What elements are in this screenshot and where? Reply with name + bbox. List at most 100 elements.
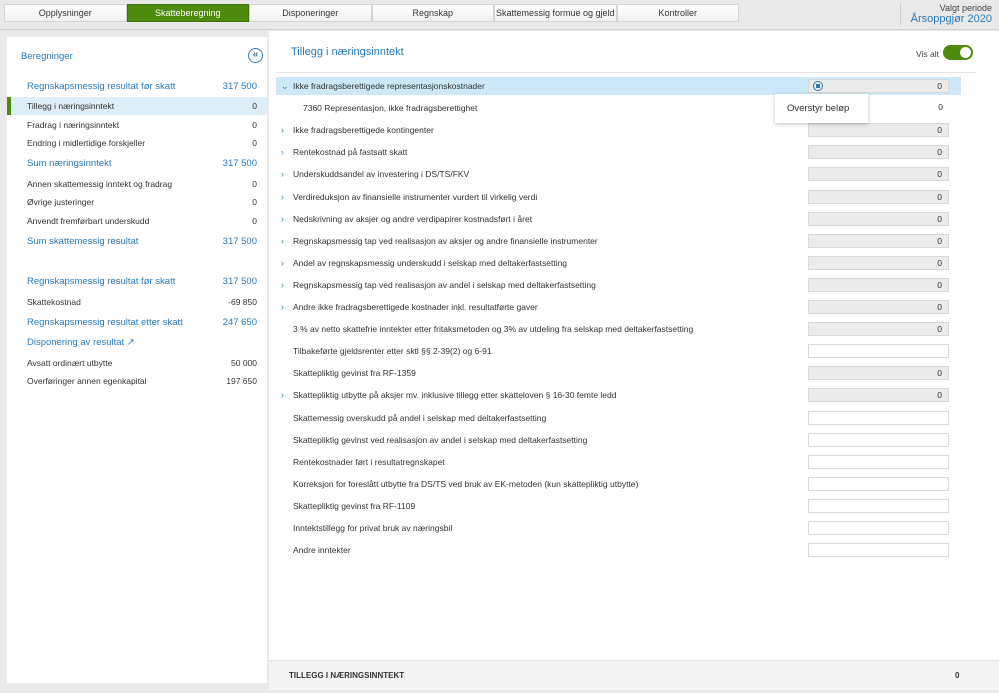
period-selector[interactable]: Valgt periode Årsoppgjør 2020 — [899, 3, 992, 25]
line-item-row[interactable]: Andre inntekter — [276, 541, 961, 559]
line-item-label: Skattepliktig utbytte på aksjer mv. inkl… — [293, 390, 617, 401]
chevron-right-icon[interactable]: › — [281, 143, 284, 161]
footer-value: 0 — [955, 671, 960, 680]
tab-5[interactable]: Kontroller — [616, 4, 739, 22]
line-item-row[interactable]: › Andel av regnskapsmessig underskudd i s… — [276, 254, 961, 272]
line-item-row[interactable]: › Verdireduksjon av finansielle instrumen… — [276, 188, 961, 206]
line-item-row[interactable]: Skattepliktig gevinst fra RF-1109 — [276, 497, 961, 515]
calc-row[interactable]: Endring i midlertidige forskjeller 0 — [7, 134, 267, 152]
amount-input[interactable] — [808, 410, 949, 425]
override-icon[interactable] — [813, 81, 823, 91]
chevron-right-icon[interactable]: › — [281, 298, 284, 316]
double-chevron-left-icon[interactable]: « — [248, 48, 263, 63]
line-item-row[interactable]: 3 % av netto skattefrie inntekter etter … — [276, 320, 961, 338]
line-item-label: Andre inntekter — [293, 545, 351, 556]
calc-row[interactable]: Anvendt fremførbart underskudd 0 — [7, 212, 267, 230]
chevron-right-icon[interactable]: › — [281, 121, 284, 139]
line-item-label: Ikke fradragsberettigede kontingenter — [293, 125, 434, 136]
calc-row[interactable]: Sum skattemessig resultat 317 500 — [7, 233, 267, 251]
chevron-right-icon[interactable]: › — [281, 188, 284, 206]
line-item-row[interactable]: Rentekostnader ført i resultatregnskapet — [276, 453, 961, 471]
line-item-row[interactable]: › Regnskapsmessig tap ved realisasjon av … — [276, 276, 961, 294]
line-item-row[interactable]: › Ikke fradragsberettigede kontingenter 0 — [276, 121, 961, 139]
vis-alt-toggle[interactable] — [943, 45, 973, 60]
vis-alt-label: Vis alt — [916, 49, 939, 59]
amount-value: 0 — [808, 167, 949, 182]
line-item-label: Skattepliktig gevinst fra RF-1109 — [293, 500, 416, 511]
tab-3[interactable]: Regnskap — [371, 4, 494, 22]
line-item-label: Andre ikke fradragsberettigede kostnader… — [293, 302, 538, 312]
calc-row-label: Øvrige justeringer — [27, 197, 95, 207]
amount-input[interactable] — [808, 498, 949, 513]
line-item-label: 7360 Representasjon, ikke fradragsberett… — [303, 103, 478, 114]
amount-input[interactable] — [808, 521, 949, 535]
calc-row-value: 0 — [252, 197, 257, 207]
line-item-row[interactable]: Skattepliktig gevinst fra RF-1359 0 — [276, 364, 961, 382]
line-item-row[interactable]: Tilbakeførte gjeldsrenter etter sktl §§ … — [276, 342, 961, 360]
calc-row[interactable]: Regnskapsmessig resultat før skatt 317 50… — [7, 273, 267, 291]
calc-row[interactable]: Skattekostnad -69 850 — [7, 293, 267, 311]
tab-0[interactable]: Opplysninger — [4, 4, 127, 22]
calc-row[interactable]: Disponering av resultat ↗ — [7, 334, 267, 352]
tab-2[interactable]: Disponeringer — [249, 4, 372, 22]
line-item-row[interactable]: Inntektstillegg for privat bruk av nærin… — [276, 519, 961, 537]
line-item-row[interactable]: › Regnskapsmessig tap ved realisasjon av … — [276, 232, 961, 250]
chevron-right-icon[interactable]: › — [281, 254, 284, 272]
line-item-row[interactable]: › Underskuddsandel av investering i DS/TS… — [276, 165, 961, 183]
line-item-label: Verdireduksjon av finansielle instrument… — [293, 191, 538, 202]
calc-row-label: Sum skattemessig resultat — [27, 236, 139, 247]
line-item-row[interactable]: Skattepliktig gevinst ved realisasjon av… — [276, 431, 961, 449]
amount-input[interactable] — [808, 432, 949, 447]
calc-row[interactable]: Fradrag i næringsinntekt 0 — [7, 116, 267, 134]
calc-row-label: Regnskapsmessig resultat etter skatt — [27, 317, 183, 328]
amount-input[interactable] — [808, 543, 949, 558]
amount-value: 0 — [808, 145, 949, 160]
line-item-row[interactable]: ⌄ Ikke fradragsberettigede representasjon… — [276, 77, 961, 95]
amount-value: 0 — [808, 79, 949, 93]
line-item-label: Regnskapsmessig tap ved realisasjon av a… — [293, 235, 598, 246]
line-item-label: Andel av regnskapsmessig underskudd i se… — [293, 257, 568, 268]
line-item-row[interactable]: Skattemessig overskudd på andel i selska… — [276, 409, 961, 427]
amount-value: 0 — [808, 233, 949, 248]
tab-4[interactable]: Skattemessig formue og gjeld — [494, 4, 617, 22]
line-item-row[interactable]: Korreksjon for foreslått utbytte fra DS/… — [276, 475, 961, 493]
override-amount-menu-item[interactable]: Overstyr beløp — [775, 94, 868, 123]
calc-row-value: 0 — [252, 179, 257, 189]
calc-row-label: Regnskapsmessig resultat før skatt — [27, 81, 176, 92]
calc-row-label: Fradrag i næringsinntekt — [27, 120, 120, 130]
line-item-row[interactable]: › Nedskrivning av aksjer og andre verdipa… — [276, 210, 961, 228]
calc-row[interactable]: Annen skattemessig inntekt og fradrag 0 — [7, 175, 267, 193]
line-item-row[interactable]: › Skattepliktig utbytte på aksjer mv. ink… — [276, 386, 961, 404]
chevron-right-icon[interactable]: › — [281, 210, 284, 228]
chevron-down-icon[interactable]: ⌄ — [281, 77, 289, 95]
period-value[interactable]: Årsoppgjør 2020 — [911, 13, 992, 25]
amount-input[interactable] — [808, 344, 949, 359]
detail-panel: Tillegg i næringsinntekt Vis alt TILLEGG… — [269, 31, 999, 690]
calc-row[interactable]: Øvrige justeringer 0 — [7, 193, 267, 211]
calc-row[interactable]: Regnskapsmessig resultat etter skatt 247 … — [7, 314, 267, 332]
calc-row-value: 50 000 — [231, 358, 257, 368]
line-item-row[interactable]: › Andre ikke fradragsberettigede kostnade… — [276, 298, 961, 316]
amount-value: 0 — [808, 366, 949, 381]
calc-row-value: 317 500 — [222, 158, 257, 169]
chevron-right-icon[interactable]: › — [281, 232, 284, 250]
chevron-right-icon[interactable]: › — [281, 165, 284, 183]
calc-row-label: Endring i midlertidige forskjeller — [27, 138, 146, 148]
calc-row-value: 317 500 — [222, 276, 257, 287]
calc-row[interactable]: Overføringer annen egenkapital 197 650 — [7, 372, 267, 390]
amount-input[interactable] — [808, 454, 949, 469]
calc-row-value: 0 — [252, 216, 257, 226]
chevron-right-icon[interactable]: › — [281, 276, 284, 294]
amount-input[interactable] — [808, 476, 949, 491]
line-item-label: Tilbakeførte gjeldsrenter etter sktl §§ … — [293, 346, 492, 357]
line-item-label: Skattemessig overskudd på andel i selska… — [293, 412, 547, 423]
calc-row[interactable]: Regnskapsmessig resultat før skatt 317 50… — [7, 78, 267, 96]
amount-value: 0 — [808, 123, 949, 138]
chevron-right-icon[interactable]: › — [281, 386, 284, 404]
calc-row[interactable]: Tillegg i næringsinntekt 0 — [7, 97, 267, 115]
tab-1[interactable]: Skatteberegning — [126, 4, 249, 22]
calc-row[interactable]: Avsatt ordinært utbytte 50 000 — [7, 354, 267, 372]
calc-row[interactable]: Sum næringsinntekt 317 500 — [7, 155, 267, 173]
line-item-row[interactable]: › Rentekostnad på fastsatt skatt 0 — [276, 143, 961, 161]
main-tabs: Opplysninger Skatteberegning Disponeringer… — [4, 4, 739, 22]
